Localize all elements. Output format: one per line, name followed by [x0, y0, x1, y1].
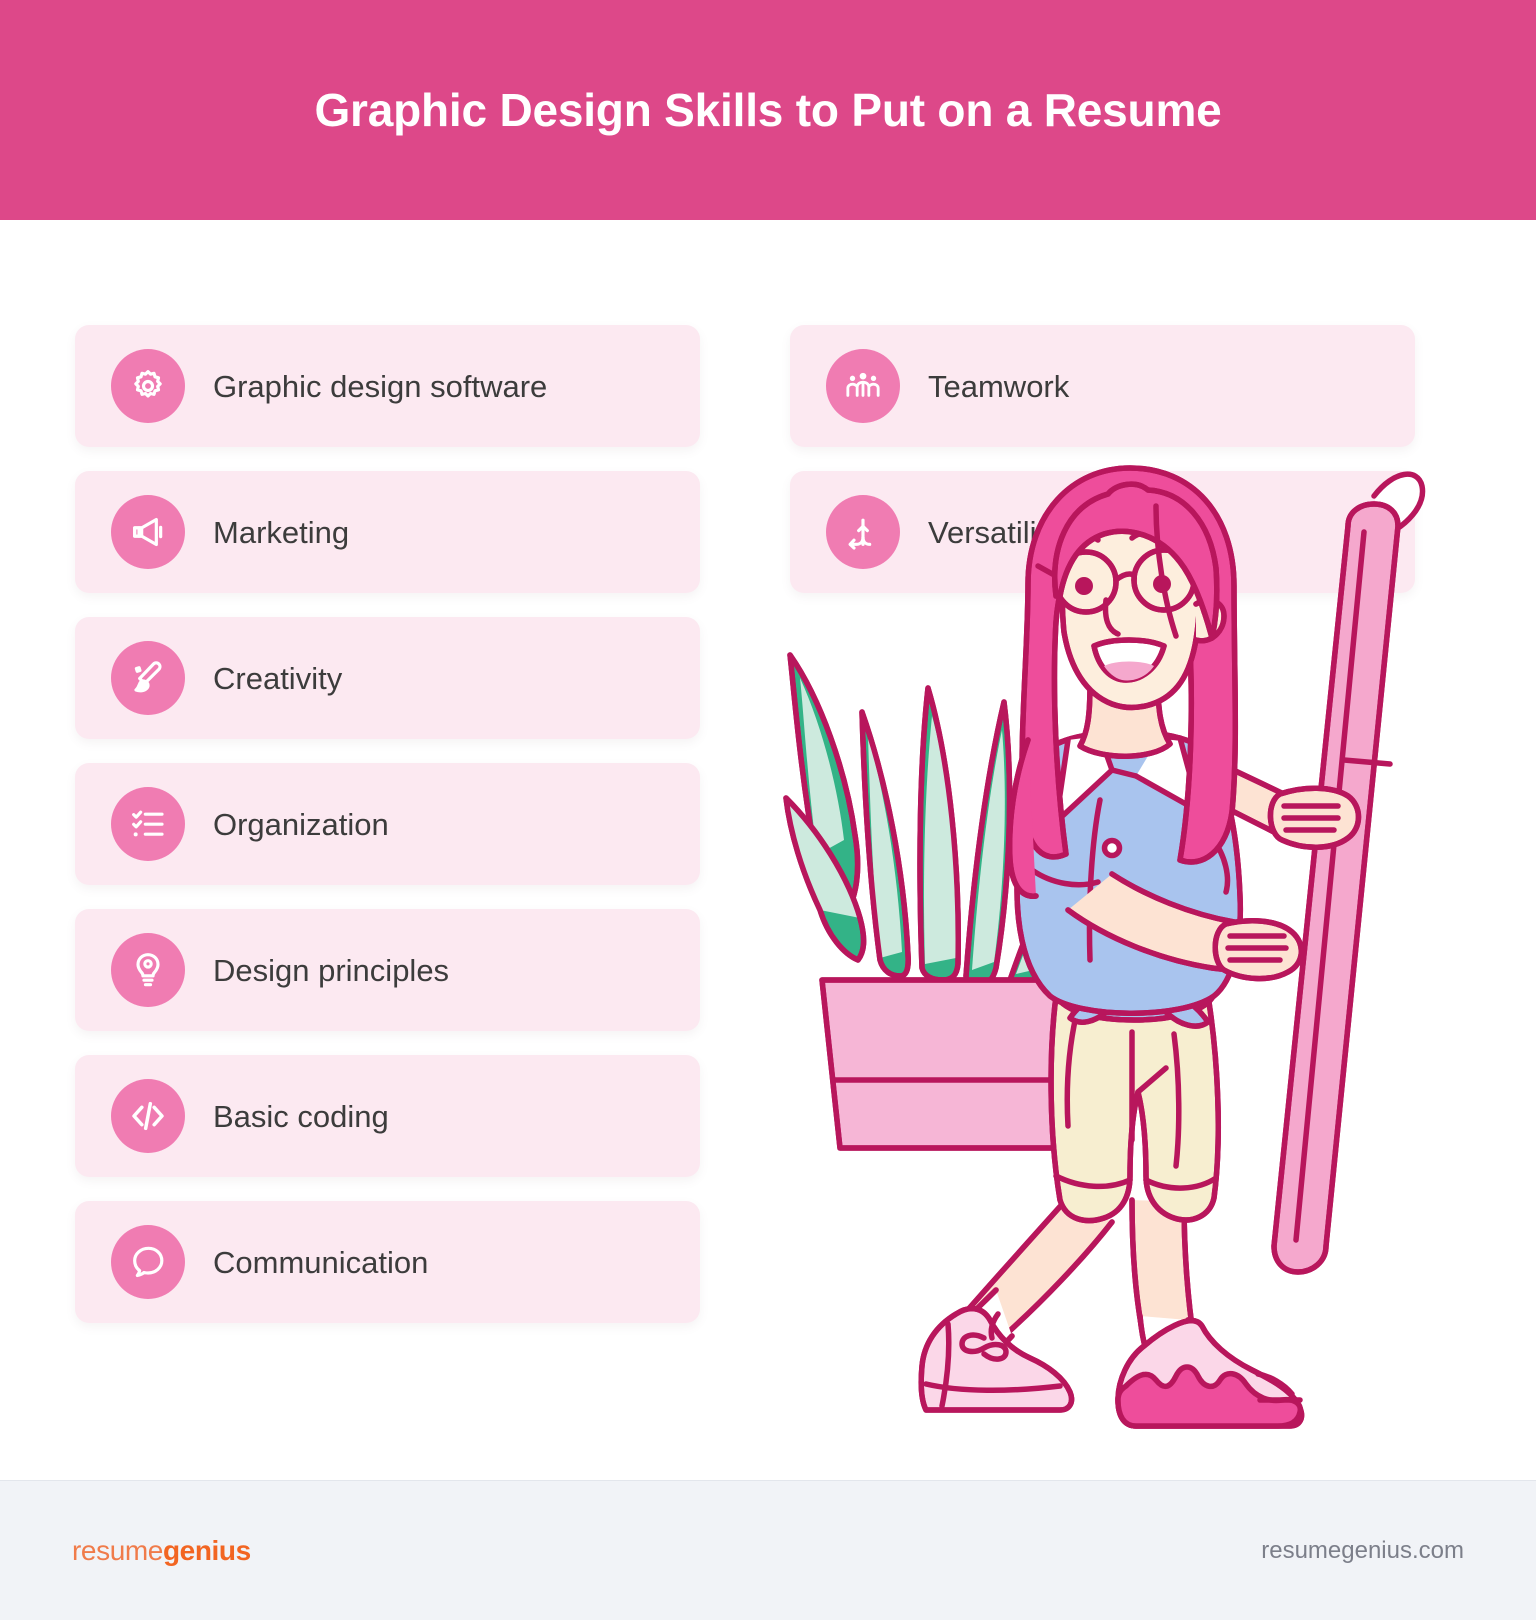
- speech-bubble-icon: [111, 1225, 185, 1299]
- gear-icon: [111, 349, 185, 423]
- code-brackets-icon: [111, 1079, 185, 1153]
- skill-label: Versatility: [928, 514, 1061, 550]
- megaphone-icon: [111, 495, 185, 569]
- skill-card-marketing[interactable]: Marketing: [75, 471, 700, 593]
- lightbulb-icon: [111, 933, 185, 1007]
- skill-label: Creativity: [213, 660, 343, 696]
- logo-text-genius: genius: [162, 1534, 251, 1566]
- paintbrush-icon: [111, 641, 185, 715]
- skills-columns: Graphic design software Marketing Creati…: [0, 325, 1536, 1323]
- skill-label: Marketing: [213, 514, 350, 550]
- skill-card-basic-coding[interactable]: Basic coding: [75, 1055, 700, 1177]
- skills-column-right: Teamwork Versatility: [790, 325, 1415, 1323]
- skill-label: Organization: [213, 806, 389, 842]
- body-area: Graphic design software Marketing Creati…: [0, 220, 1536, 1480]
- footer-bar: resumegenius resumegenius.com: [0, 1480, 1536, 1620]
- skill-card-graphic-design-software[interactable]: Graphic design software: [75, 325, 700, 447]
- skill-card-creativity[interactable]: Creativity: [75, 617, 700, 739]
- footer-url[interactable]: resumegenius.com: [1261, 1537, 1464, 1565]
- people-group-icon: [826, 349, 900, 423]
- skill-label: Communication: [213, 1244, 429, 1280]
- checklist-icon: [111, 787, 185, 861]
- skill-card-design-principles[interactable]: Design principles: [75, 909, 700, 1031]
- page-title: Graphic Design Skills to Put on a Resume: [314, 83, 1222, 136]
- skill-card-teamwork[interactable]: Teamwork: [790, 325, 1415, 447]
- skill-card-versatility[interactable]: Versatility: [790, 471, 1415, 593]
- skill-label: Graphic design software: [213, 368, 548, 404]
- skill-card-communication[interactable]: Communication: [75, 1201, 700, 1323]
- skill-label: Teamwork: [928, 368, 1070, 404]
- resumegenius-logo[interactable]: resumegenius: [72, 1534, 251, 1566]
- logo-text-resume: resume: [72, 1534, 163, 1566]
- infographic-page: Graphic Design Skills to Put on a Resume…: [0, 0, 1536, 1620]
- skill-label: Design principles: [213, 952, 450, 988]
- skills-column-left: Graphic design software Marketing Creati…: [75, 325, 700, 1323]
- skill-label: Basic coding: [213, 1098, 389, 1134]
- header-banner: Graphic Design Skills to Put on a Resume: [0, 0, 1536, 220]
- branching-arrow-icon: [826, 495, 900, 569]
- skill-card-organization[interactable]: Organization: [75, 763, 700, 885]
